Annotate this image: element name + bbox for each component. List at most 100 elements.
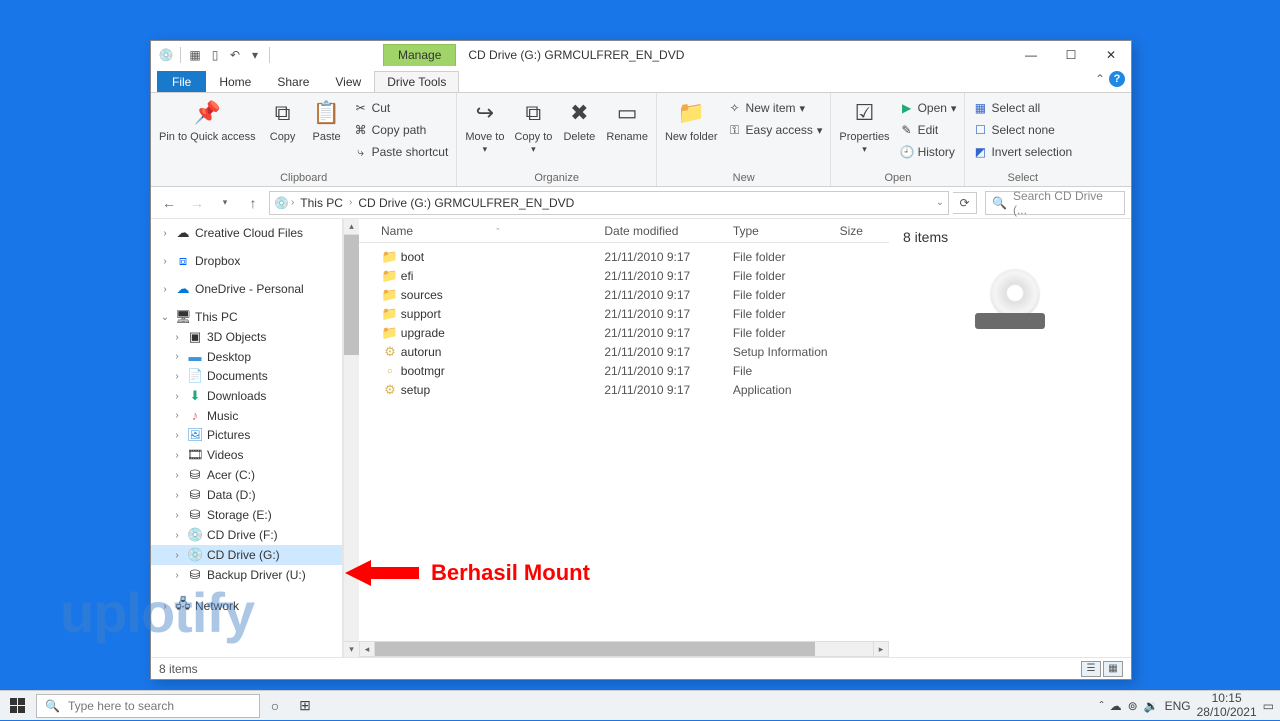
contextual-tab-manage[interactable]: Manage — [383, 44, 456, 66]
tree-pictures[interactable]: ›🖼Pictures — [151, 425, 342, 445]
copy-button[interactable]: ⧉Copy — [262, 95, 304, 167]
rename-button[interactable]: ▭Rename — [602, 95, 652, 167]
address-dropdown-icon[interactable]: ⌄ — [936, 197, 944, 208]
tree-music[interactable]: ›♪Music — [151, 406, 342, 425]
search-field[interactable]: 🔍 Search CD Drive (... — [985, 191, 1125, 215]
scroll-left-icon[interactable]: ◂ — [359, 641, 375, 657]
edit-icon: ✎ — [900, 123, 914, 137]
view-details-button[interactable]: ☰ — [1081, 661, 1101, 677]
paste-button[interactable]: 📋Paste — [306, 95, 348, 167]
scroll-track[interactable] — [375, 641, 873, 657]
new-folder-button[interactable]: 📁New folder — [661, 95, 722, 167]
tree-drive-f[interactable]: ›💿CD Drive (F:) — [151, 525, 342, 545]
file-row[interactable]: 📁support21/11/2010 9:17File folder — [359, 304, 889, 323]
pin-quick-access-button[interactable]: 📌Pin to Quick access — [155, 95, 260, 167]
easy-access-button[interactable]: ⚿Easy access ▾ — [724, 119, 827, 141]
tree-downloads[interactable]: ›⬇Downloads — [151, 386, 342, 406]
start-button[interactable] — [0, 691, 34, 721]
move-to-button[interactable]: ↪Move to▾ — [461, 95, 508, 167]
collapse-ribbon-icon[interactable]: ⌃ — [1095, 72, 1105, 86]
tree-creative-cloud[interactable]: ›☁Creative Cloud Files — [151, 223, 342, 243]
maximize-button[interactable]: ☐ — [1051, 41, 1091, 69]
address-field[interactable]: 💿 › This PC › CD Drive (G:) GRMCULFRER_E… — [269, 191, 949, 215]
tab-view[interactable]: View — [322, 71, 374, 92]
history-button[interactable]: 🕘History — [896, 141, 961, 163]
scrollbar-thumb[interactable] — [344, 235, 359, 355]
copy-path-button[interactable]: ⌘Copy path — [350, 119, 453, 141]
tree-drive-d[interactable]: ›⛁Data (D:) — [151, 485, 342, 505]
back-button[interactable]: ← — [157, 191, 181, 215]
paste-shortcut-button[interactable]: ⤷Paste shortcut — [350, 141, 453, 163]
tree-dropbox[interactable]: ›⧈Dropbox — [151, 251, 342, 271]
tab-file[interactable]: File — [157, 71, 206, 92]
tree-drive-e[interactable]: ›⛁Storage (E:) — [151, 505, 342, 525]
invert-selection-button[interactable]: ◩Invert selection — [969, 141, 1076, 163]
column-type[interactable]: Type — [733, 224, 840, 238]
column-size[interactable]: Size — [840, 224, 889, 238]
navpane-scrollbar[interactable]: ▴ ▾ — [343, 219, 359, 657]
music-icon: ♪ — [187, 408, 203, 423]
cut-button[interactable]: ✂Cut — [350, 97, 453, 119]
disc-icon — [991, 269, 1039, 317]
tree-3d-objects[interactable]: ›▣3D Objects — [151, 327, 342, 347]
tray-language[interactable]: ENG — [1165, 699, 1191, 713]
copy-to-button[interactable]: ⧉Copy to▾ — [510, 95, 556, 167]
tab-share[interactable]: Share — [264, 71, 322, 92]
recent-locations-button[interactable]: ▾ — [213, 191, 237, 215]
delete-button[interactable]: ✖Delete — [558, 95, 600, 167]
tree-drive-c[interactable]: ›⛁Acer (C:) — [151, 465, 342, 485]
task-view-button[interactable]: ⊞ — [290, 691, 320, 721]
file-row[interactable]: 📁upgrade21/11/2010 9:17File folder — [359, 323, 889, 342]
tree-onedrive[interactable]: ›☁OneDrive - Personal — [151, 279, 342, 299]
tree-documents[interactable]: ›📄Documents — [151, 366, 342, 386]
view-large-icons-button[interactable]: ▦ — [1103, 661, 1123, 677]
close-button[interactable]: ✕ — [1091, 41, 1131, 69]
file-row[interactable]: 📁sources21/11/2010 9:17File folder — [359, 285, 889, 304]
move-to-icon: ↪ — [476, 97, 494, 129]
open-button[interactable]: ▶Open ▾ — [896, 97, 961, 119]
select-none-button[interactable]: ☐Select none — [969, 119, 1076, 141]
tray-clock[interactable]: 10:15 28/10/2021 — [1197, 692, 1257, 718]
tree-videos[interactable]: ›🎞Videos — [151, 445, 342, 465]
file-row[interactable]: ▫bootmgr21/11/2010 9:17File — [359, 361, 889, 380]
scroll-down-icon[interactable]: ▾ — [344, 641, 359, 657]
qat-undo-icon[interactable]: ↶ — [226, 46, 244, 64]
refresh-button[interactable]: ⟳ — [953, 192, 977, 214]
file-row[interactable]: ⚙autorun21/11/2010 9:17Setup Information — [359, 342, 889, 361]
file-row[interactable]: 📁efi21/11/2010 9:17File folder — [359, 266, 889, 285]
taskbar-search[interactable]: 🔍 Type here to search — [36, 694, 260, 718]
qat-newfolder-icon[interactable]: ▯ — [206, 46, 224, 64]
new-item-button[interactable]: ✧New item ▾ — [724, 97, 827, 119]
scroll-right-icon[interactable]: ▸ — [873, 641, 889, 657]
tray-onedrive-icon[interactable]: ☁ — [1110, 699, 1122, 713]
help-icon[interactable]: ? — [1109, 71, 1125, 87]
qat-properties-icon[interactable]: ▦ — [186, 46, 204, 64]
column-date[interactable]: Date modified — [604, 224, 732, 238]
tray-network-icon[interactable]: ⊚ — [1128, 699, 1138, 713]
tab-drive-tools[interactable]: Drive Tools — [374, 71, 459, 92]
minimize-button[interactable]: — — [1011, 41, 1051, 69]
horizontal-scrollbar[interactable]: ◂ ▸ — [359, 641, 889, 657]
tray-notifications-icon[interactable]: ▭ — [1263, 699, 1274, 713]
tray-overflow-icon[interactable]: ˆ — [1100, 699, 1104, 713]
forward-button[interactable]: → — [185, 191, 209, 215]
file-row[interactable]: 📁boot21/11/2010 9:17File folder — [359, 247, 889, 266]
up-button[interactable]: ↑ — [241, 191, 265, 215]
file-row[interactable]: ⚙setup21/11/2010 9:17Application — [359, 380, 889, 399]
properties-button[interactable]: ☑Properties▾ — [835, 95, 893, 167]
select-all-button[interactable]: ▦Select all — [969, 97, 1076, 119]
tab-home[interactable]: Home — [206, 71, 264, 92]
tree-this-pc[interactable]: ⌄🖥This PC — [151, 307, 342, 327]
cortana-button[interactable]: ○ — [260, 691, 290, 721]
tree-drive-g[interactable]: ›💿CD Drive (G:) — [151, 545, 342, 565]
scroll-up-icon[interactable]: ▴ — [344, 219, 359, 235]
column-name[interactable]: Name ˆ — [381, 224, 604, 238]
qat-customize-icon[interactable]: ▾ — [246, 46, 264, 64]
tray-volume-icon[interactable]: 🔉 — [1144, 699, 1159, 713]
edit-button[interactable]: ✎Edit — [896, 119, 961, 141]
app-icon[interactable]: 💿 — [157, 46, 175, 64]
tree-desktop[interactable]: ›▬Desktop — [151, 347, 342, 366]
scrollbar-thumb[interactable] — [375, 642, 815, 656]
breadcrumb-location[interactable]: CD Drive (G:) GRMCULFRER_EN_DVD — [354, 196, 578, 210]
breadcrumb-this-pc[interactable]: This PC — [296, 196, 347, 210]
